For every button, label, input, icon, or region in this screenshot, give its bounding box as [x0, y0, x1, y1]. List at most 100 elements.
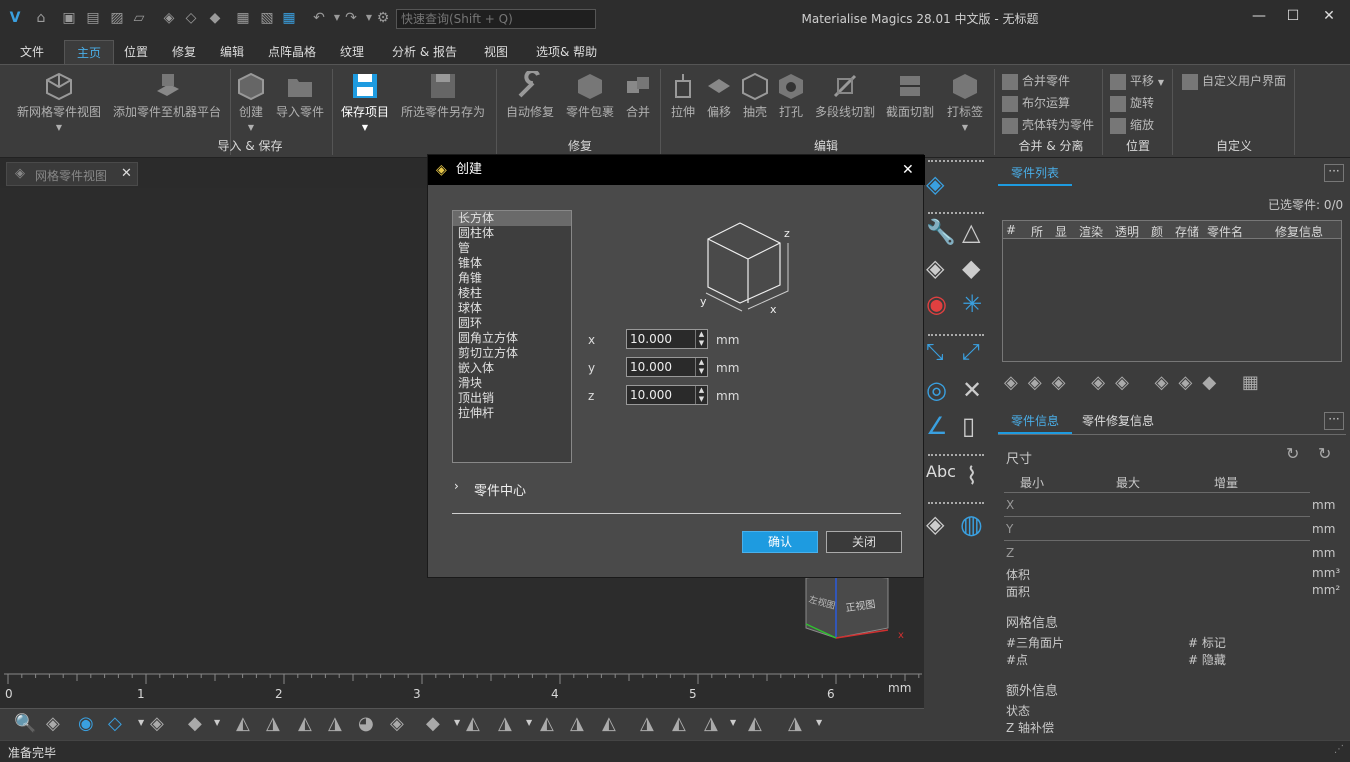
shape-item[interactable]: 滑块	[453, 376, 571, 391]
menu-repair[interactable]: 修复	[160, 40, 208, 64]
lattice-sphere-icon[interactable]: ◍	[960, 510, 983, 540]
view-all-icon[interactable]: ◈	[46, 713, 60, 734]
add-to-platform-button[interactable]: 添加零件至机器平台	[110, 71, 224, 119]
shape-item[interactable]: 圆角立方体	[453, 331, 571, 346]
menu-options-help[interactable]: 选项& 帮助	[524, 40, 609, 64]
perspective-icon[interactable]: ◈	[150, 713, 164, 734]
column-header[interactable]: 修复信息	[1275, 223, 1323, 240]
tab-part-repair-info[interactable]: 零件修复信息	[1082, 408, 1172, 434]
zoom-part-icon[interactable]: ◉	[78, 713, 94, 734]
shape-item[interactable]: 剪切立方体	[453, 346, 571, 361]
triangle-tool-icon[interactable]: △	[962, 218, 980, 246]
mark-triangle-icon[interactable]: ◮	[640, 713, 654, 734]
save-project-icon[interactable]: ▦	[280, 9, 298, 27]
menu-home[interactable]: 主页	[64, 40, 115, 64]
ok-button[interactable]: 确认	[742, 531, 818, 553]
shape-item[interactable]: 管	[453, 241, 571, 256]
menu-file[interactable]: 文件	[8, 40, 56, 64]
column-header[interactable]: 颜	[1151, 223, 1163, 240]
cube-wire-icon[interactable]: ◇	[182, 9, 200, 27]
shaded-icon[interactable]: ◆	[188, 713, 202, 734]
new-file-icon[interactable]: ▤	[84, 9, 102, 27]
shape-item[interactable]: 角锥	[453, 271, 571, 286]
shape-item[interactable]: 锥体	[453, 256, 571, 271]
close-icon[interactable]: ✕	[1314, 6, 1344, 26]
plate-icon[interactable]: ◆	[206, 9, 224, 27]
import-part-button[interactable]: 导入零件	[272, 71, 328, 119]
tab-part-list[interactable]: 零件列表	[998, 160, 1072, 186]
shrinkwrap-button[interactable]: 零件包裹	[562, 71, 618, 119]
settings-gear-icon[interactable]: ⚙	[374, 9, 392, 27]
mark-shell-icon[interactable]: ◭	[672, 713, 686, 734]
dropdown-icon[interactable]: ▼	[730, 718, 736, 727]
save-project-button[interactable]: 保存项目 ▼	[336, 71, 394, 135]
scale-button[interactable]: 缩放	[1110, 115, 1154, 135]
extrude-button[interactable]: 拉伸	[664, 71, 702, 119]
annotation-text-icon[interactable]: Abc	[926, 462, 956, 481]
view-back-icon[interactable]: ◮	[266, 713, 280, 734]
new-scene-icon[interactable]: ▣	[60, 9, 78, 27]
rotate-button[interactable]: 旋转	[1110, 93, 1154, 113]
shape-item[interactable]: 嵌入体	[453, 361, 571, 376]
part-list-toolbar-icons[interactable]: ◈◈◈ ◈◈ ◈◈◆ ▦	[1004, 372, 1334, 398]
spin-arrows-icon[interactable]: ▲ ▼	[695, 330, 707, 348]
section-cut-button[interactable]: 截面切割	[882, 71, 938, 119]
cube-icon[interactable]: ◈	[160, 9, 178, 27]
menu-analysis[interactable]: 分析 & 报告	[380, 40, 469, 64]
view-cube-tool-icon[interactable]: ◈	[926, 170, 944, 198]
dropdown-icon[interactable]: ▼	[526, 718, 532, 727]
spin-arrows-icon[interactable]: ▲ ▼	[695, 358, 707, 376]
close-button[interactable]: 关闭	[826, 531, 902, 553]
shape-item[interactable]: 棱柱	[453, 286, 571, 301]
view-left-icon[interactable]: ◭	[298, 713, 312, 734]
save-icon[interactable]: ▦	[234, 9, 252, 27]
x-spinbox[interactable]: 10.000 ▲ ▼	[626, 329, 708, 349]
select-surface-icon[interactable]: ◭	[602, 713, 616, 734]
shape-item[interactable]: 圆环	[453, 316, 571, 331]
mesh-view-tab[interactable]: ◈ 网格零件视图 ✕	[6, 162, 138, 186]
view-bottom-icon[interactable]: ◈	[390, 713, 404, 734]
view-iso-icon[interactable]: ◆	[426, 713, 440, 734]
create-button[interactable]: 创建 ▼	[232, 71, 270, 135]
wrench-tool-icon[interactable]: 🔧	[926, 218, 956, 246]
part-info-tool-icon[interactable]: ◈	[926, 254, 944, 282]
column-header[interactable]: 显	[1055, 223, 1067, 240]
view-right-icon[interactable]: ◮	[328, 713, 342, 734]
redo-icon[interactable]: ↷	[342, 9, 360, 27]
shape-item[interactable]: 拉伸杆	[453, 406, 571, 421]
select-window-icon[interactable]: ◮	[498, 713, 512, 734]
select-icon[interactable]: ◭	[466, 713, 480, 734]
column-header[interactable]: 存储	[1175, 223, 1199, 240]
undo-icon[interactable]: ↶	[310, 9, 328, 27]
refresh-icon[interactable]: ↻	[1286, 444, 1299, 463]
zoom-icon[interactable]: 🔍	[14, 713, 36, 734]
polyline-cut-button[interactable]: 多段线切割	[812, 71, 878, 119]
y-spinbox[interactable]: 10.000 ▲ ▼	[626, 357, 708, 377]
select-paint-icon[interactable]: ◮	[570, 713, 584, 734]
measure-angle-icon[interactable]: ∠	[926, 412, 948, 440]
resize-grip-icon[interactable]: ⋰	[1334, 744, 1344, 755]
dialog-close-icon[interactable]: ✕	[902, 155, 914, 185]
menu-lattice[interactable]: 点阵晶格	[256, 40, 328, 64]
shape-item[interactable]: 球体	[453, 301, 571, 316]
shell-to-part-button[interactable]: 壳体转为零件	[1002, 115, 1094, 135]
home-icon[interactable]: ⌂	[32, 9, 50, 27]
view-cube-icon[interactable]: ◇	[108, 713, 122, 734]
menu-texture[interactable]: 纹理	[328, 40, 376, 64]
column-header[interactable]: 渲染	[1079, 223, 1103, 240]
measure-circle-icon[interactable]: ◎	[926, 376, 947, 404]
shape-list[interactable]: 长方体 圆柱体 管 锥体 角锥 棱柱 球体 圆环 圆角立方体 剪切立方体 嵌入体…	[452, 210, 572, 463]
panel-menu-icon[interactable]: ···	[1324, 164, 1344, 182]
measure-distance-icon[interactable]: ⤡	[926, 340, 944, 365]
dropdown-icon[interactable]: ▼	[214, 718, 220, 727]
tab-part-info[interactable]: 零件信息	[998, 408, 1072, 434]
new-mesh-view-button[interactable]: 新网格零件视图 ▼	[14, 71, 104, 135]
mark-tool-icon[interactable]: ◉	[926, 290, 947, 318]
z-spinbox[interactable]: 10.000 ▲ ▼	[626, 385, 708, 405]
menu-view[interactable]: 视图	[472, 40, 520, 64]
translate-button[interactable]: 平移 ▼	[1110, 71, 1164, 91]
open-folder-icon[interactable]: ▱	[130, 9, 148, 27]
mark-plane-icon[interactable]: ◮	[704, 713, 718, 734]
refresh-all-icon[interactable]: ↻	[1318, 444, 1331, 463]
unmark-all-icon[interactable]: ◮	[788, 713, 802, 734]
